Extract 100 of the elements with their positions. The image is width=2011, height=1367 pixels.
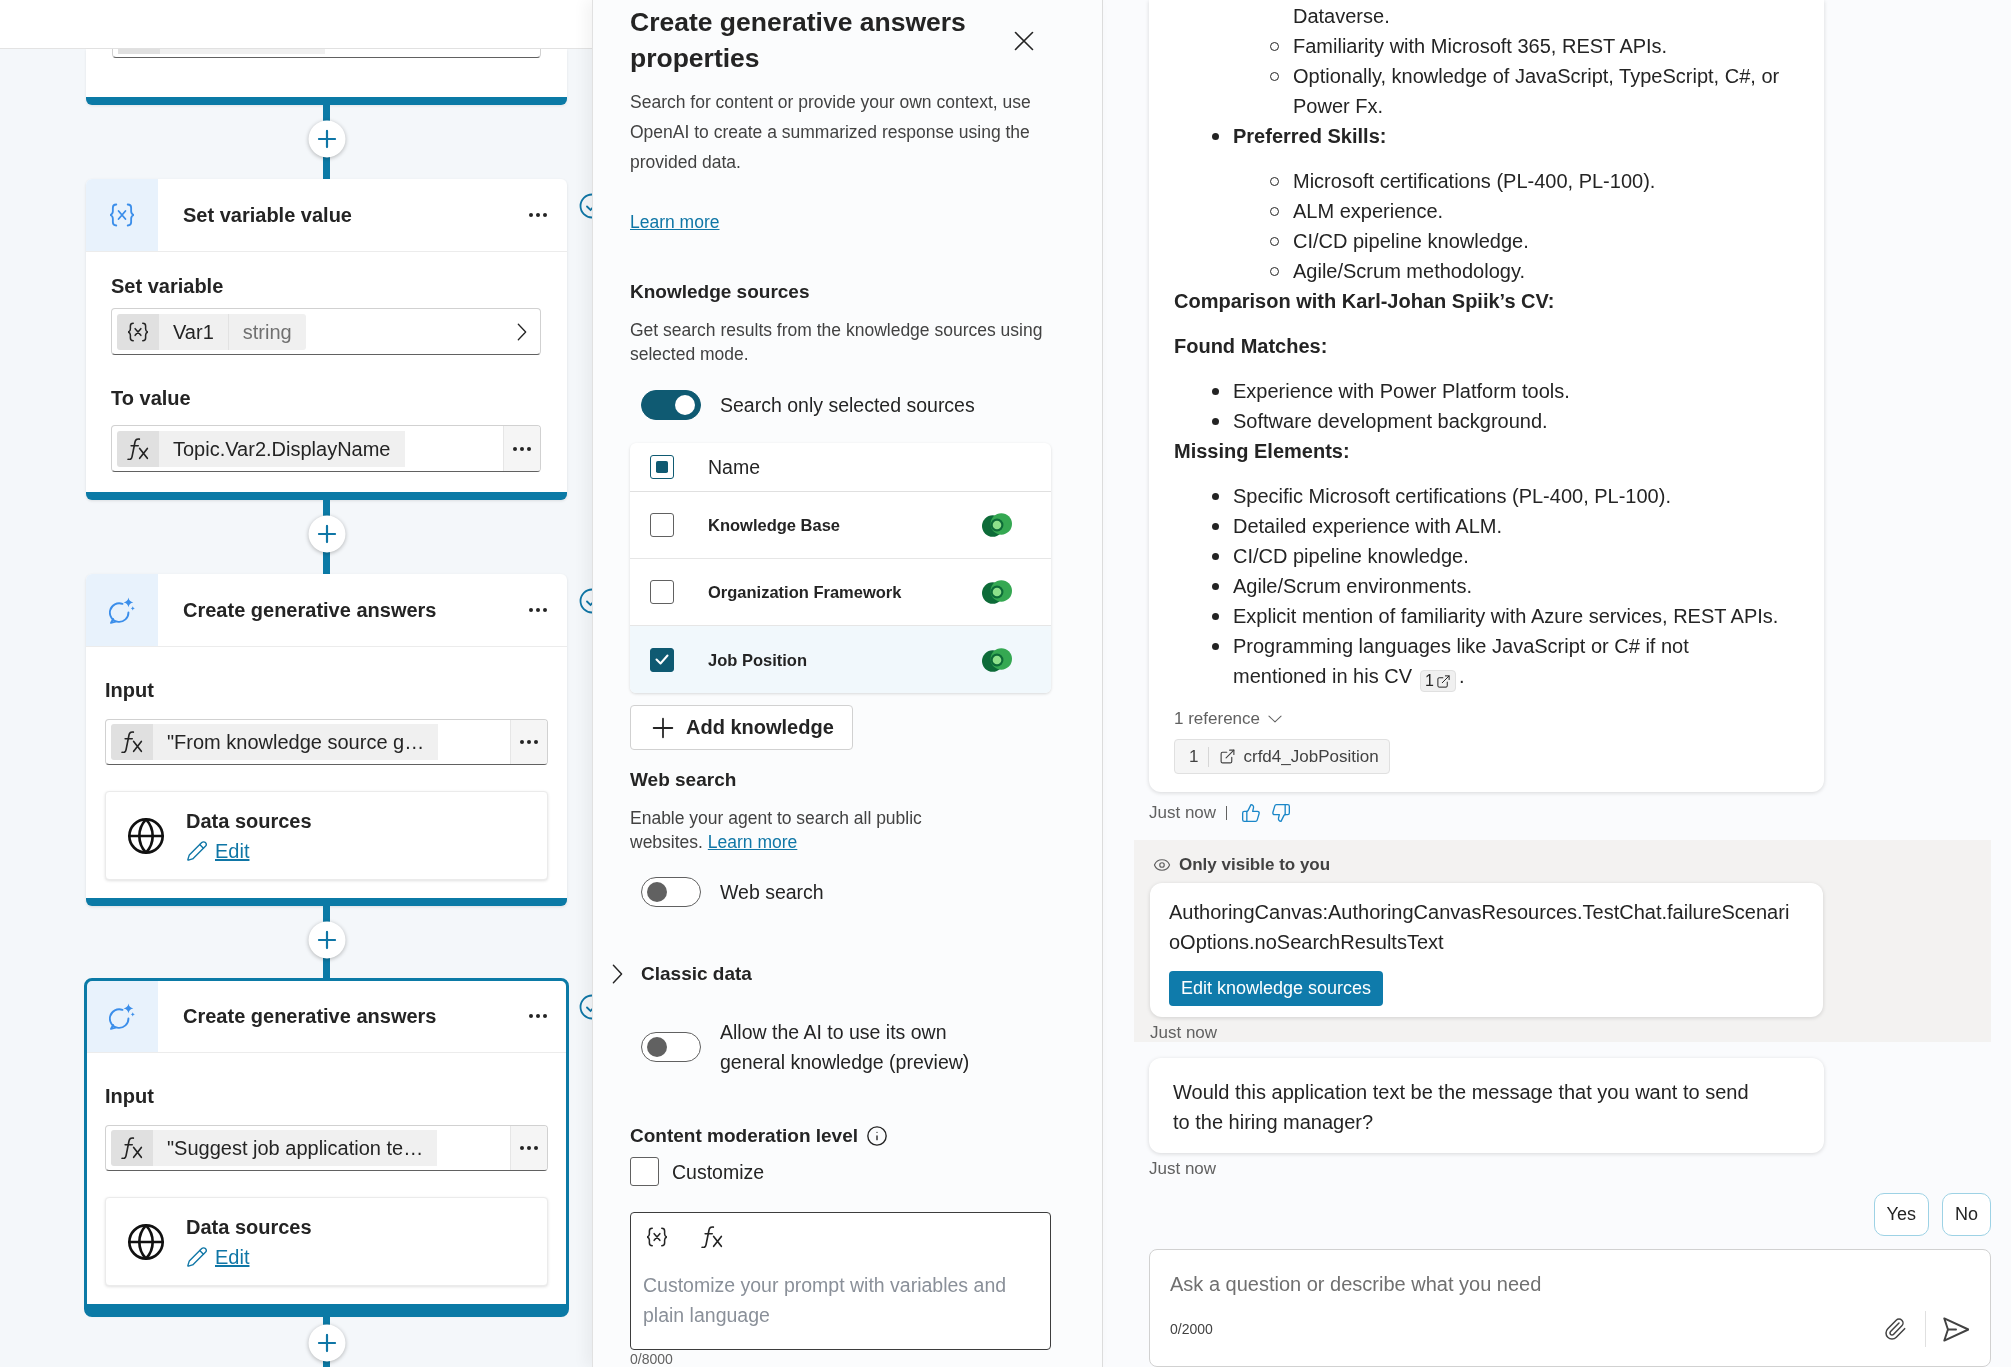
plus-icon — [317, 1333, 336, 1353]
formula-field[interactable]: "Suggest job application te… — [105, 1125, 548, 1171]
source-row[interactable]: Job Position — [630, 626, 1051, 693]
plus-icon — [317, 930, 336, 950]
references-toggle[interactable]: 1 reference — [1174, 707, 1282, 731]
section-expander[interactable]: Classic data — [612, 960, 752, 988]
source-logo-icon — [982, 647, 1012, 672]
more-button[interactable] — [510, 1126, 547, 1170]
formula-text: "Suggest job application te… — [153, 1130, 438, 1166]
more-icon — [529, 608, 547, 612]
formula-icon — [701, 1226, 723, 1248]
source-logo-icon — [982, 513, 1012, 537]
more-button[interactable] — [510, 720, 547, 764]
reference-chip[interactable]: 1 crfd4_JobPosition — [1174, 739, 1390, 774]
list-item: Microsoft certifications (PL-400, PL-100). — [1293, 169, 1657, 194]
message-text: AuthoringCanvas:AuthoringCanvasResources.TestChat.failureScenarioOptions.noSearchResultsText — [1169, 900, 1791, 955]
prompt-field[interactable]: Customize your prompt with variables and plain language — [643, 1270, 1038, 1332]
visibility-note: Only visible to you — [1179, 854, 1331, 876]
checkbox[interactable] — [650, 455, 674, 479]
toggle-label: Allow the AI to use its own general knowledge (preview) — [720, 1020, 971, 1075]
external-link-icon — [1219, 748, 1237, 765]
list-item: Preferred Skills: — [1233, 124, 1388, 149]
more-icon — [513, 446, 531, 451]
section-description: Get search results from the knowledge sources using selected mode. — [630, 319, 1044, 366]
list-item: CI/CD pipeline knowledge. — [1293, 229, 1530, 254]
source-name: Knowledge Base — [708, 515, 842, 536]
thumbs-up-icon[interactable] — [1241, 803, 1262, 823]
formula-text: "From knowledge source g… — [153, 724, 439, 760]
variable-field[interactable]: Var1 string — [111, 308, 541, 355]
timestamp: Just now — [1149, 802, 1217, 824]
add-step-button[interactable] — [308, 921, 345, 959]
source-name: Organization Framework — [708, 582, 903, 603]
edit-link[interactable]: Edit — [186, 836, 250, 865]
pencil-icon — [186, 1245, 208, 1268]
edit-link[interactable]: Edit — [186, 1242, 250, 1271]
formula-icon — [111, 1130, 153, 1166]
add-step-button[interactable] — [308, 515, 345, 553]
section-heading: Knowledge sources — [630, 280, 811, 304]
composer-box[interactable]: Ask a question or describe what you need 0/2000 — [1149, 1249, 1991, 1367]
add-step-button[interactable] — [308, 1324, 345, 1362]
content-heading: Comparison with Karl-Johan Spiik’s CV: — [1174, 289, 1556, 314]
more-icon — [529, 1014, 547, 1018]
formula-field[interactable]: "From knowledge source g… — [105, 719, 548, 765]
timestamp: Just now — [1150, 1024, 1218, 1042]
character-count: 0/8000 — [630, 1352, 674, 1366]
input-field[interactable] — [112, 49, 541, 58]
plus-icon — [317, 129, 336, 149]
bullet-icon — [1212, 642, 1219, 650]
bullet-icon — [1212, 492, 1219, 500]
more-icon — [520, 1146, 538, 1150]
list-item: Dataverse. — [1293, 4, 1391, 29]
chevron-right-icon — [517, 322, 527, 341]
more-icon — [520, 740, 538, 744]
quick-reply-button[interactable]: Yes — [1873, 1193, 1929, 1236]
toggle-label: Search only selected sources — [720, 393, 975, 418]
thumbs-down-icon[interactable] — [1271, 803, 1292, 823]
toggle-switch[interactable] — [641, 877, 701, 907]
add-step-button[interactable] — [308, 120, 345, 158]
sparkle-chat-icon — [108, 1002, 136, 1030]
panel-description: Search for content or provide your own context, use OpenAI to create a summarized response using the provided data. — [630, 91, 1032, 174]
more-button[interactable] — [503, 426, 540, 471]
chat-input[interactable]: Ask a question or describe what you need — [1170, 1272, 1974, 1296]
message-text: Would this application text be the message that you want to send to the hiring manager? — [1173, 1080, 1750, 1135]
external-link-icon — [1435, 673, 1451, 689]
content-heading: Missing Elements: — [1174, 439, 1351, 464]
field-label: Set variable — [111, 274, 225, 298]
data-sources-label: Data sources — [186, 1214, 312, 1240]
action-card[interactable] — [86, 49, 567, 105]
edit-knowledge-button[interactable]: Edit knowledge sources — [1169, 971, 1384, 1006]
checkbox[interactable] — [650, 647, 674, 672]
variable-type: string — [227, 313, 306, 350]
bullet-icon — [1212, 552, 1219, 560]
panel-title: Create generative answers properties — [630, 6, 967, 75]
checkbox[interactable] — [630, 1157, 659, 1186]
plus-icon — [317, 524, 336, 544]
add-knowledge-button[interactable]: Add knowledge — [630, 705, 853, 750]
list-item: Explicit mention of familiarity with Azure services, REST APIs. — [1233, 604, 1780, 629]
node-title: Set variable value — [183, 203, 353, 228]
square-icon — [656, 461, 668, 473]
chevron-down-icon — [1268, 715, 1282, 723]
character-count: 0/2000 — [1170, 1321, 1213, 1337]
formula-field[interactable]: Topic.Var2.DisplayName — [111, 425, 541, 472]
more-icon — [529, 213, 547, 217]
prompt-editor[interactable]: Customize your prompt with variables and plain language — [630, 1212, 1051, 1350]
globe-icon — [126, 815, 166, 856]
checkbox-label: Customize — [672, 1159, 765, 1185]
source-row[interactable]: Knowledge Base — [630, 492, 1051, 559]
learn-more-link[interactable]: Learn more — [707, 832, 798, 852]
formula-icon — [111, 724, 153, 760]
variable-icon — [110, 203, 134, 227]
toggle-switch[interactable] — [641, 390, 701, 420]
toggle-switch[interactable] — [641, 1032, 701, 1062]
citation-link[interactable]: 1 — [1420, 670, 1456, 692]
checkbox[interactable] — [650, 580, 674, 604]
quick-reply-button[interactable]: No — [1942, 1193, 1991, 1236]
learn-more-link[interactable]: Learn more — [630, 212, 720, 232]
section-heading: Content moderation level — [630, 1124, 859, 1148]
section-heading: Web search — [630, 768, 738, 792]
source-row[interactable]: Organization Framework — [630, 559, 1051, 626]
checkbox[interactable] — [650, 513, 674, 537]
